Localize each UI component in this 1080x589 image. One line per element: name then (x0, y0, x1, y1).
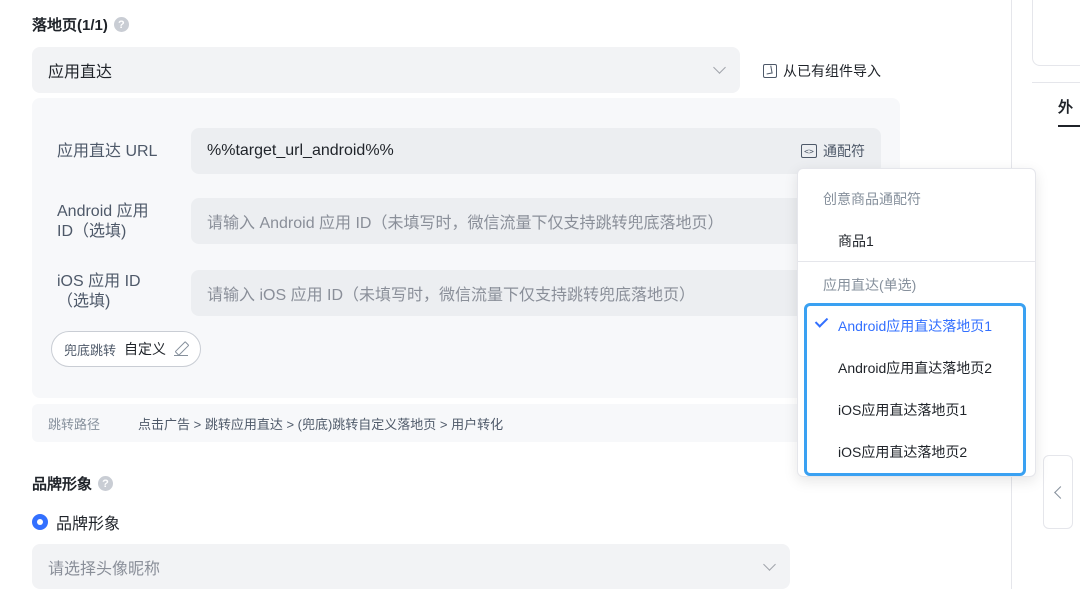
import-label: 从已有组件导入 (783, 63, 881, 79)
app-direct-url-input[interactable]: %%target_url_android%% <> 通配符 (191, 128, 881, 174)
dropdown-item[interactable]: 商品1 (838, 231, 874, 251)
android-id-input[interactable]: 请输入 Android 应用 ID（未填写时，微信流量下仅支持跳转兜底落地页） (191, 198, 811, 244)
android-id-placeholder: 请输入 Android 应用 ID（未填写时，微信流量下仅支持跳转兜底落地页） (207, 215, 724, 232)
side-tab-underline (1058, 125, 1080, 127)
jump-path-value: 点击广告 > 跳转应用直达 > (兜底)跳转自定义落地页 > 用户转化 (138, 416, 504, 432)
url-label: 应用直达 URL (57, 143, 158, 160)
brand-radio-label: 品牌形象 (56, 516, 121, 533)
radio-selected-icon[interactable] (32, 514, 48, 530)
help-icon[interactable]: ? (113, 17, 129, 32)
chevron-down-icon (713, 61, 726, 74)
landing-section-title: 落地页(1/1) ? (32, 14, 129, 35)
wildcard-dropdown: 创意商品通配符 商品1 应用直达(单选) Android应用直达落地页1 And… (797, 168, 1036, 477)
android-id-label: Android 应用 ID（选填) (57, 202, 149, 242)
ios-id-placeholder: 请输入 iOS 应用 ID（未填写时，微信流量下仅支持跳转兜底落地页） (207, 287, 696, 304)
import-icon (763, 64, 777, 78)
jump-path-bar: 跳转路径 点击广告 > 跳转应用直达 > (兜底)跳转自定义落地页 > 用户转化 (32, 404, 900, 442)
dropdown-item[interactable]: Android应用直达落地页2 (838, 358, 992, 378)
collapse-button[interactable] (1043, 455, 1073, 529)
wildcard-button[interactable]: <> 通配符 (801, 141, 865, 161)
fallback-jump-chip[interactable]: 兜底跳转 自定义 (51, 331, 202, 367)
brand-radio-option[interactable]: 品牌形象 (32, 510, 120, 534)
side-divider (1032, 82, 1080, 83)
ios-id-input[interactable]: 请输入 iOS 应用 ID（未填写时，微信流量下仅支持跳转兜底落地页） (191, 270, 811, 316)
avatar-placeholder: 请选择头像昵称 (48, 560, 161, 578)
url-value: %%target_url_android%% (207, 142, 394, 159)
dropdown-item-selected[interactable]: Android应用直达落地页1 (838, 316, 992, 336)
fallback-value: 自定义 (124, 341, 167, 357)
preview-card (1032, 0, 1080, 66)
android-id-label-line1: Android 应用 (57, 203, 149, 220)
avatar-nickname-select[interactable]: 请选择头像昵称 (32, 544, 790, 589)
landing-title-text: 落地页(1/1) (32, 17, 108, 34)
landing-type-value: 应用直达 (48, 64, 113, 81)
brand-section-title: 品牌形象 ? (32, 473, 114, 494)
brand-title-text: 品牌形象 (32, 476, 93, 493)
landing-type-select[interactable]: 应用直达 (32, 47, 740, 93)
code-icon: <> (801, 144, 817, 158)
help-icon[interactable]: ? (98, 476, 114, 491)
dropdown-separator (798, 261, 1035, 262)
dropdown-group-title: 应用直达(单选) (823, 277, 917, 293)
ios-id-label-line1: iOS 应用 ID (57, 273, 141, 290)
import-from-component-button[interactable]: 从已有组件导入 (763, 61, 881, 81)
dropdown-item[interactable]: iOS应用直达落地页1 (838, 400, 967, 420)
edit-icon[interactable] (174, 342, 189, 356)
android-id-label-line2: ID（选填) (57, 223, 127, 240)
fallback-key: 兜底跳转 (64, 342, 117, 358)
chevron-down-icon (763, 557, 776, 571)
dropdown-item[interactable]: iOS应用直达落地页2 (838, 442, 967, 462)
side-tab[interactable]: 外 (1058, 96, 1073, 117)
wildcard-label: 通配符 (823, 143, 865, 159)
ios-id-label-line2: （选填) (57, 293, 111, 310)
dropdown-group-title: 创意商品通配符 (823, 191, 921, 207)
chevron-left-icon (1053, 485, 1067, 499)
jump-path-label: 跳转路径 (48, 416, 101, 432)
ios-id-label: iOS 应用 ID （选填) (57, 272, 141, 312)
